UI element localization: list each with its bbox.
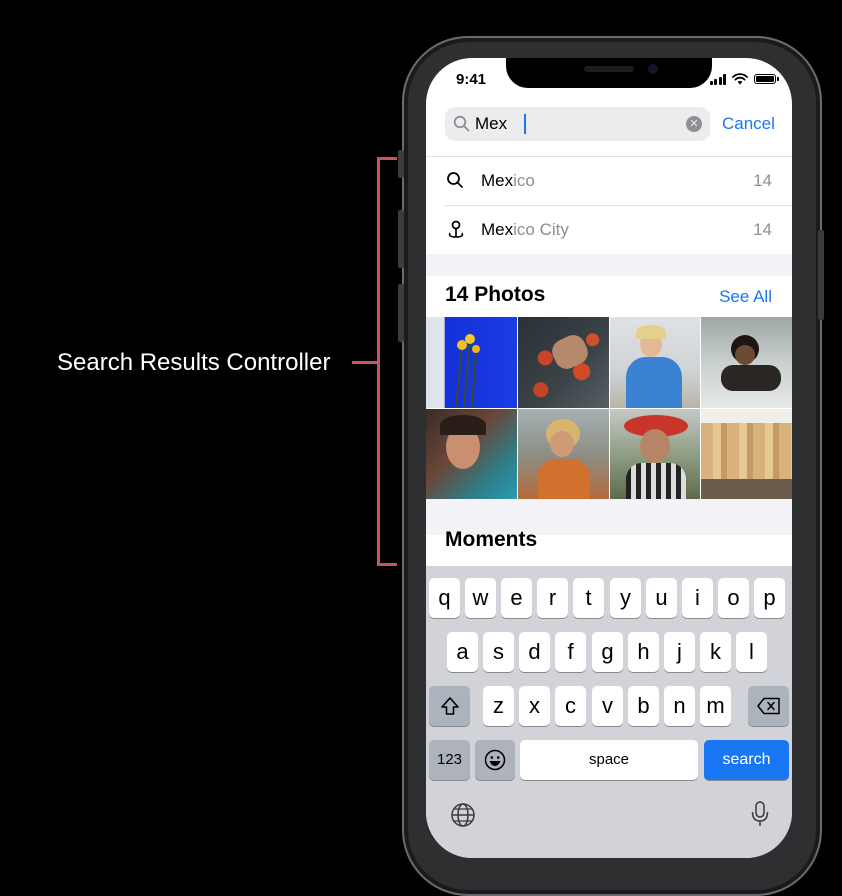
completion-text: ico [513,171,535,190]
shift-icon [440,697,459,715]
suggestion-text: Mexico City [481,220,569,240]
volume-down-button [398,284,404,342]
status-icons [709,73,779,85]
emoji-key[interactable] [475,740,515,780]
text-cursor [524,114,526,134]
mute-switch [398,150,404,178]
photo-grid [426,317,792,499]
photo-thumbnail[interactable] [426,408,517,499]
phone-screen: 9:41 ✕ Cancel Mexico 14 [426,58,792,858]
key-p[interactable]: p [754,578,785,618]
result-count: 14 [753,220,772,239]
see-all-button[interactable]: See All [719,287,772,307]
delete-key[interactable] [748,686,789,726]
location-pin-icon [448,220,464,238]
key-z[interactable]: z [483,686,514,726]
shift-key[interactable] [429,686,470,726]
result-count: 14 [753,171,772,190]
typed-text: Mex [481,220,514,239]
key-y[interactable]: y [610,578,641,618]
key-q[interactable]: q [429,578,460,618]
key-d[interactable]: d [519,632,550,672]
key-o[interactable]: o [718,578,749,618]
typed-text: Mex [481,171,514,190]
key-x[interactable]: x [519,686,550,726]
section-separator [426,254,792,276]
numbers-key[interactable]: 123 [429,740,470,780]
key-m[interactable]: m [700,686,731,726]
key-g[interactable]: g [592,632,623,672]
notch [506,58,712,88]
moments-section-title: Moments [445,528,538,551]
microphone-icon[interactable] [750,800,770,828]
cancel-button[interactable]: Cancel [722,114,775,134]
photo-thumbnail[interactable] [701,317,792,408]
cellular-signal-icon [709,73,726,85]
photos-section-title: 14 Photos [445,283,546,306]
photo-thumbnail[interactable] [701,408,792,499]
clear-text-icon[interactable]: ✕ [686,116,702,132]
key-u[interactable]: u [646,578,677,618]
photo-thumbnail[interactable] [517,408,609,499]
volume-up-button [398,210,404,268]
globe-icon[interactable] [450,802,476,828]
key-e[interactable]: e [501,578,532,618]
key-n[interactable]: n [664,686,695,726]
key-w[interactable]: w [465,578,496,618]
key-k[interactable]: k [700,632,731,672]
key-j[interactable]: j [664,632,695,672]
key-s[interactable]: s [483,632,514,672]
backspace-icon [756,697,780,715]
key-h[interactable]: h [628,632,659,672]
key-a[interactable]: a [447,632,478,672]
suggestion-text: Mexico [481,171,535,191]
photo-thumbnail[interactable] [426,317,517,408]
photo-thumbnail[interactable] [609,408,701,499]
photo-thumbnail[interactable] [517,317,609,408]
search-input[interactable] [475,107,675,141]
front-camera [648,64,658,74]
key-c[interactable]: c [555,686,586,726]
annotation-label: Search Results Controller [57,349,331,376]
key-r[interactable]: r [537,578,568,618]
search-icon [453,115,470,132]
suggestion-row-mexico[interactable]: Mexico 14 [426,157,792,205]
search-field[interactable]: ✕ [445,107,710,141]
completion-text: ico City [513,220,569,239]
wifi-icon [732,73,748,85]
photo-thumbnail[interactable] [609,317,701,408]
speaker-grille [584,66,634,72]
suggestion-row-mexico-city[interactable]: Mexico City 14 [426,206,792,254]
key-t[interactable]: t [573,578,604,618]
magnifier-icon [447,172,463,188]
key-l[interactable]: l [736,632,767,672]
key-i[interactable]: i [682,578,713,618]
annotation-connector [352,361,378,364]
battery-icon [754,74,779,84]
keyboard: q w e r t y u i o p a s d f g h j k l z … [426,566,792,858]
side-button [818,230,824,320]
key-b[interactable]: b [628,686,659,726]
key-v[interactable]: v [592,686,623,726]
emoji-icon [484,749,506,771]
search-key[interactable]: search [704,740,789,780]
annotation-bracket [377,157,397,566]
space-key[interactable]: space [520,740,698,780]
key-f[interactable]: f [555,632,586,672]
status-time: 9:41 [456,71,487,88]
